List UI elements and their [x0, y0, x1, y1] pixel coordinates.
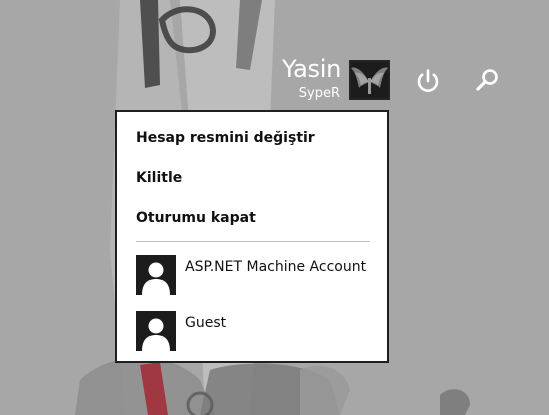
change-account-picture-item[interactable]: Hesap resmini değiştir: [136, 129, 315, 147]
user-account-menu: Hesap resmini değiştir Kilitle Oturumu k…: [115, 110, 389, 363]
user-account-name: SypeR: [298, 86, 340, 101]
search-icon[interactable]: [470, 64, 504, 98]
power-icon[interactable]: [411, 64, 445, 98]
winged-avatar-icon[interactable]: [349, 60, 390, 100]
account-label: Guest: [185, 315, 227, 331]
switch-account-aspnet[interactable]: ASP.NET Machine Account: [136, 255, 370, 295]
sign-out-item[interactable]: Oturumu kapat: [136, 209, 256, 227]
user-silhouette-icon: [136, 311, 176, 351]
user-display-name: Yasin: [282, 55, 341, 83]
lock-item[interactable]: Kilitle: [136, 169, 182, 187]
menu-divider: [136, 241, 370, 242]
user-silhouette-icon: [136, 255, 176, 295]
account-label: ASP.NET Machine Account: [185, 259, 367, 275]
switch-account-guest[interactable]: Guest: [136, 311, 370, 351]
